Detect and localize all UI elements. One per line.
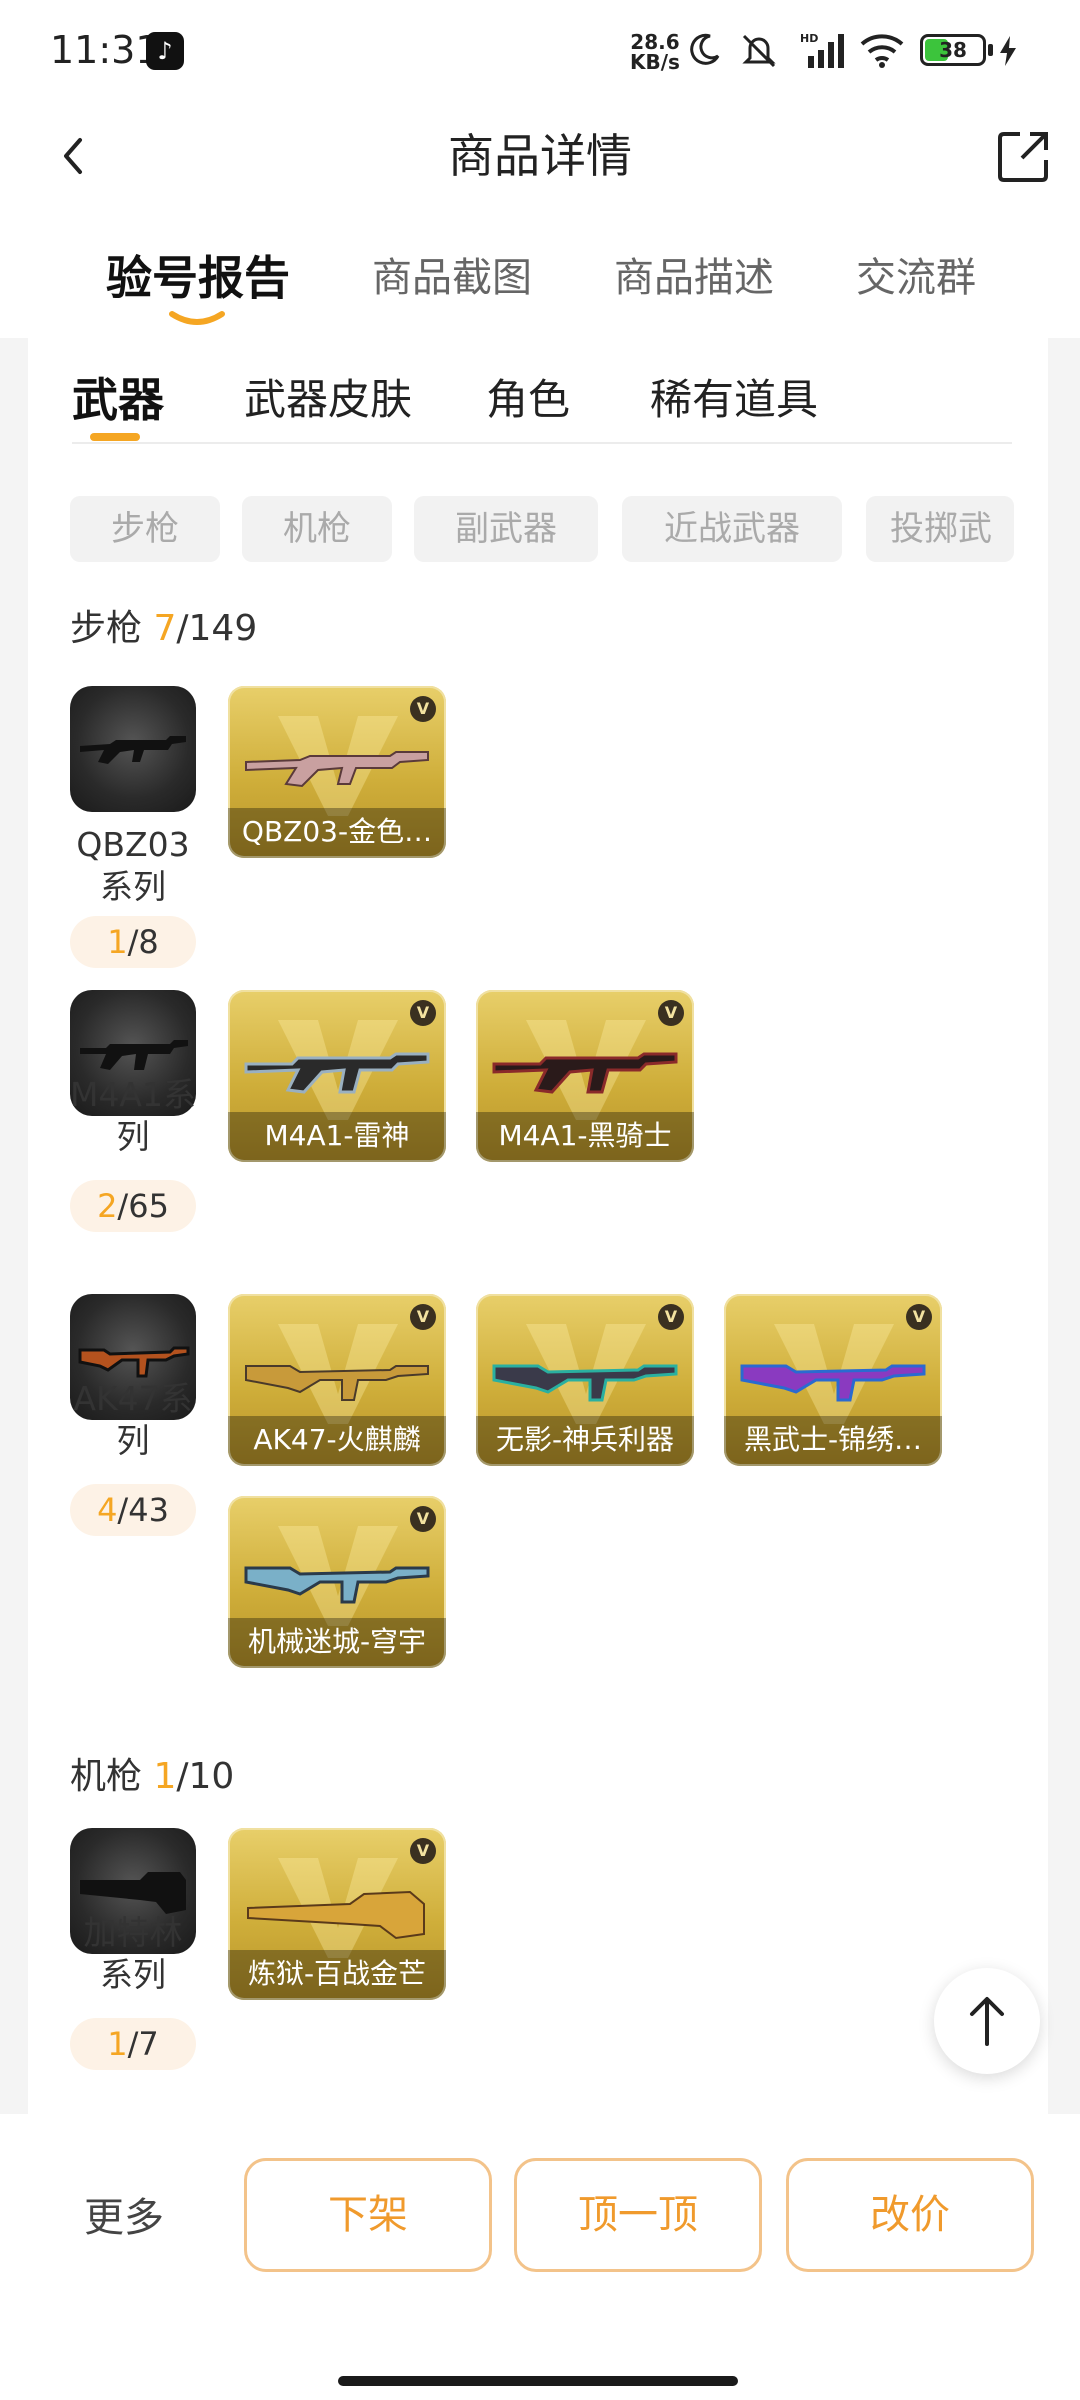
tiktok-icon: ♪ [146,32,184,70]
net-speed: 28.6 KB/s [630,32,680,72]
bottom-action-bar: 更多 下架 顶一顶 改价 [0,2114,1080,2400]
series-count: 2/65 [70,1180,196,1232]
tab-group-chat[interactable]: 交流群 [856,248,976,308]
gun-image [492,1052,678,1094]
subtab-weapons[interactable]: 武器 [72,370,164,430]
chip-melee[interactable]: 近战武器 [622,496,842,562]
skin-name: 黑武士-锦绣… [724,1416,942,1466]
section-title-rifle: 步枪 7/149 [70,608,258,649]
moon-icon [690,33,720,65]
v-badge-icon: V [410,1506,436,1532]
series-name: QBZ03 系列 [76,825,190,906]
gun-image [244,1052,430,1094]
status-time: 11:31 [50,28,160,72]
signal-icon: HD [800,32,844,68]
gun-image [492,1364,678,1402]
v-badge-icon: V [658,1000,684,1026]
scroll-top-button[interactable] [934,1968,1040,2074]
series-name: AK47系 列 [73,1379,193,1460]
battery-level: 38 [939,38,967,62]
series-name: 加特林 系列 [83,1913,183,1994]
active-tab-indicator [169,311,225,325]
v-badge-icon: V [410,696,436,722]
report-content: 武器 武器皮肤 角色 稀有道具 步枪 机枪 副武器 近战武器 投掷武 步枪 7/… [28,338,1052,2114]
tab-inspection-report[interactable]: 验号报告 [106,248,290,308]
skin-card[interactable]: V M4A1-雷神 [228,990,446,1162]
subtab-characters[interactable]: 角色 [486,370,570,430]
mute-icon [742,34,776,68]
v-badge-icon: V [410,1838,436,1864]
status-bar: 11:31 ♪ 28.6 KB/s HD 38 [0,0,1080,104]
v-badge-icon: V [410,1000,436,1026]
v-badge-icon: V [658,1304,684,1330]
series-count: 4/43 [70,1484,196,1536]
skin-name: 机械迷城-穹宇 [228,1618,446,1668]
net-speed-unit: KB/s [630,50,680,74]
skin-name: M4A1-黑骑士 [476,1112,694,1162]
skin-name: 炼狱-百战金芒 [228,1950,446,2000]
subtab-indicator [90,433,140,441]
skin-card[interactable]: V 机械迷城-穹宇 [228,1496,446,1668]
gun-image [740,1364,926,1402]
delist-button[interactable]: 下架 [244,2158,492,2272]
series-name: M4A1系 列 [69,1075,197,1156]
skin-name: 无影-神兵利器 [476,1416,694,1466]
gun-image [245,751,429,788]
skin-card[interactable]: V QBZ03-金色… [228,686,446,858]
bump-button[interactable]: 顶一顶 [514,2158,762,2272]
arrow-up-icon [970,1997,1004,2046]
net-speed-value: 28.6 [630,30,680,54]
chip-rifle[interactable]: 步枪 [70,496,220,562]
wifi-icon [860,34,904,68]
rifle-icon [80,736,186,764]
skin-card[interactable]: V 无影-神兵利器 [476,1294,694,1466]
svg-text:HD: HD [800,32,818,45]
charge-icon [1000,36,1016,66]
page-title: 商品详情 [448,129,632,183]
v-badge-icon: V [906,1304,932,1330]
nav-bar: 商品详情 [0,104,1080,208]
share-icon[interactable] [996,128,1052,184]
series-count: 1/8 [70,916,196,968]
chip-sidearm[interactable]: 副武器 [414,496,598,562]
v-badge-icon: V [410,1304,436,1330]
skin-card[interactable]: V 黑武士-锦绣… [724,1294,942,1466]
skin-name: QBZ03-金色… [228,808,446,858]
divider [72,442,1012,444]
home-indicator[interactable] [338,2376,738,2386]
skin-card[interactable]: V 炼狱-百战金芒 [228,1828,446,2000]
tab-screenshots[interactable]: 商品截图 [372,248,532,308]
skin-card[interactable]: V M4A1-黑骑士 [476,990,694,1162]
battery-icon: 38 [920,34,986,66]
subtab-weapon-skins[interactable]: 武器皮肤 [244,370,412,430]
series-thumb-qbz03[interactable] [70,686,196,812]
main-tabs: 验号报告 商品截图 商品描述 交流群 [0,230,1080,340]
series-count: 1/7 [70,2018,196,2070]
skin-name: AK47-火麒麟 [228,1416,446,1466]
edit-price-button[interactable]: 改价 [786,2158,1034,2272]
chip-throwable[interactable]: 投掷武 [866,496,1014,562]
gun-image [247,1890,425,1940]
gun-image [245,1365,429,1401]
gun-image [244,1566,430,1604]
more-button[interactable]: 更多 [84,2188,164,2248]
chip-machine-gun[interactable]: 机枪 [242,496,392,562]
skin-name: M4A1-雷神 [228,1112,446,1162]
tab-description[interactable]: 商品描述 [614,248,774,308]
skin-card[interactable]: V AK47-火麒麟 [228,1294,446,1466]
section-title-machine-gun: 机枪 1/10 [70,1756,235,1797]
subtab-rare-items[interactable]: 稀有道具 [650,370,818,430]
